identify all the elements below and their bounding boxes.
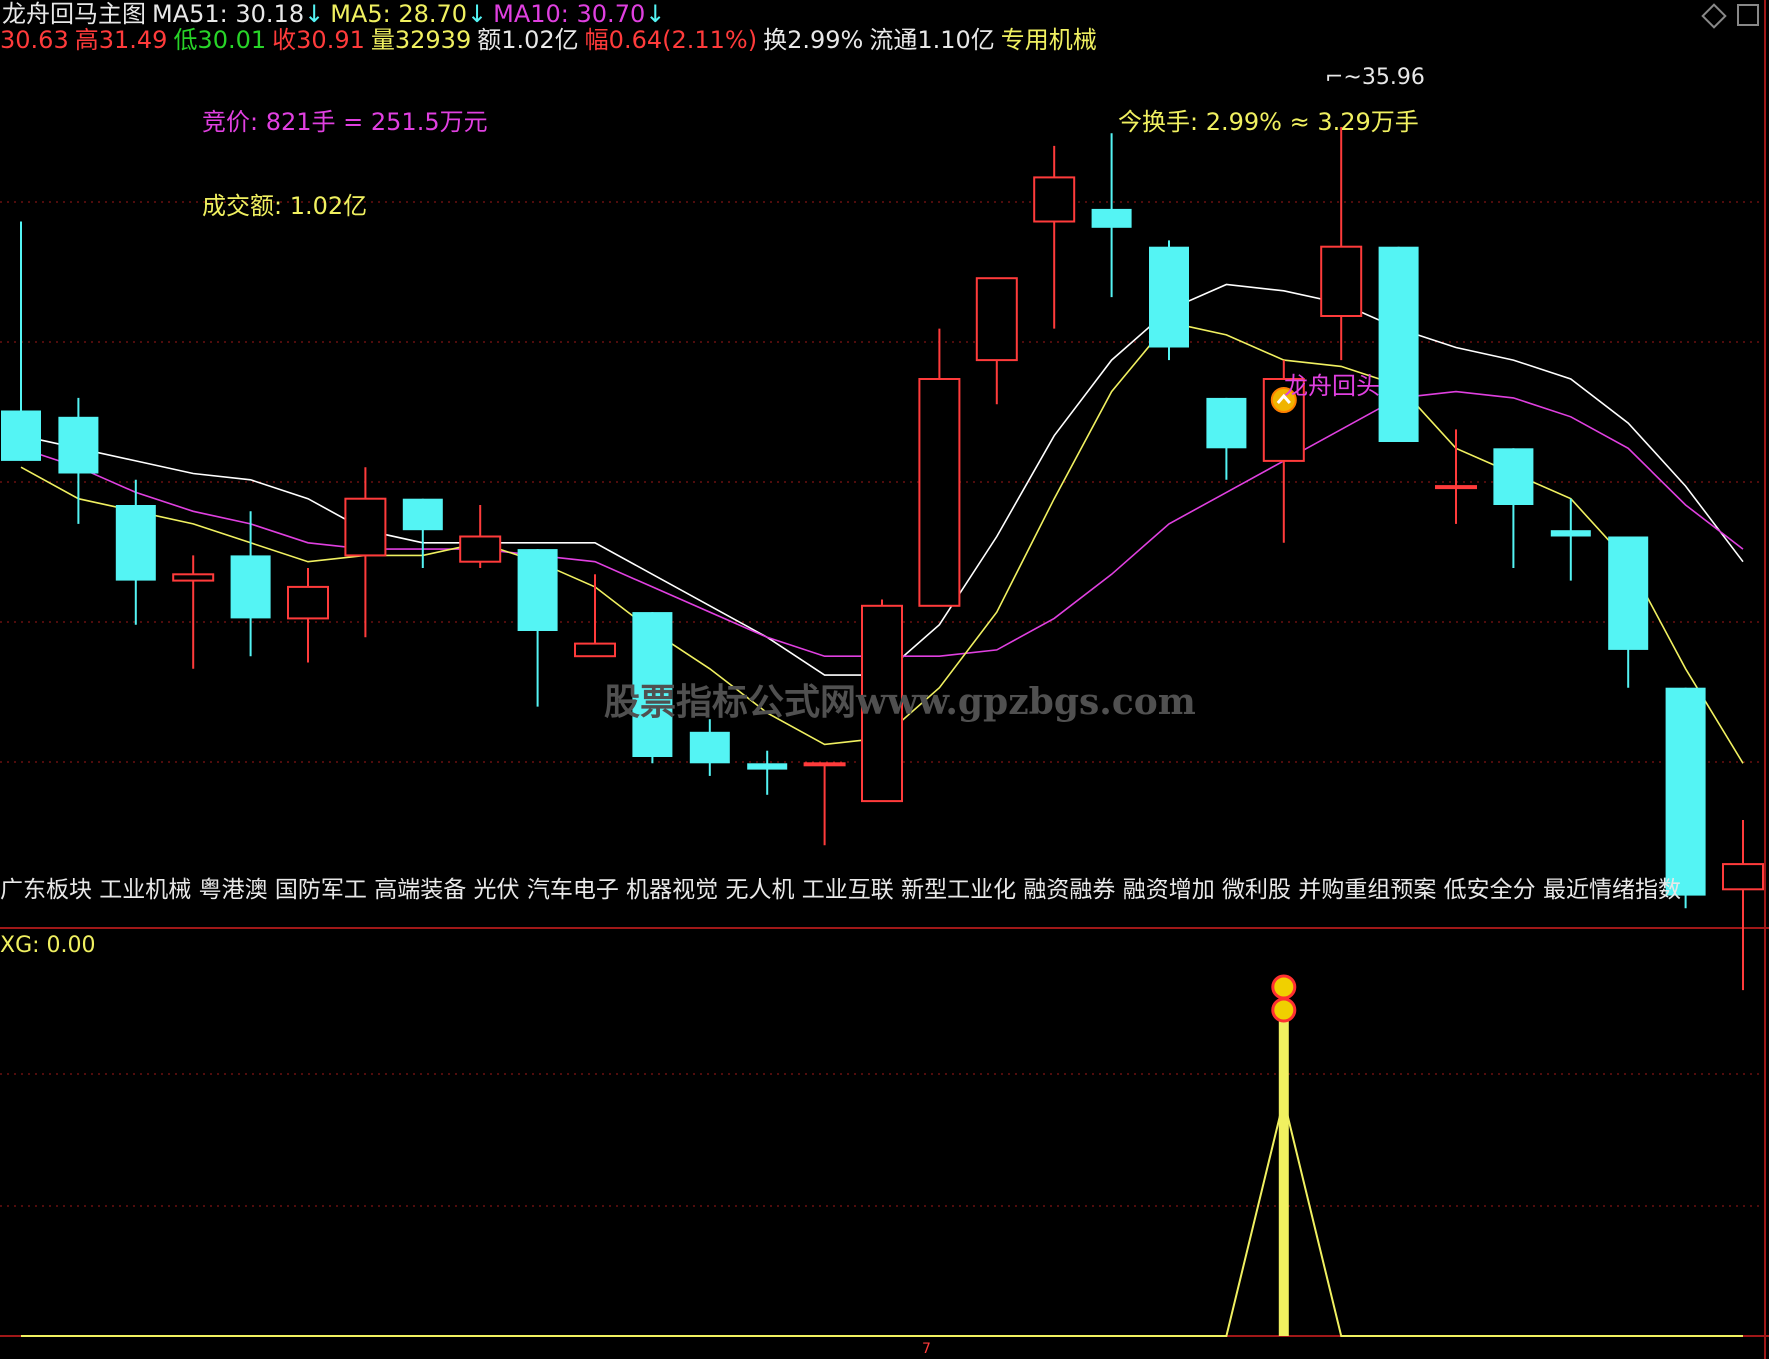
change: 幅0.64(2.11%) bbox=[584, 26, 758, 54]
candle-body bbox=[747, 763, 788, 770]
candle bbox=[58, 397, 99, 524]
candle bbox=[1320, 127, 1363, 361]
candle bbox=[918, 328, 961, 607]
candle bbox=[1378, 246, 1419, 442]
candle bbox=[574, 574, 616, 658]
candle-body bbox=[115, 505, 156, 581]
xg-line bbox=[21, 1099, 1743, 1337]
candle bbox=[172, 555, 215, 669]
candle bbox=[1033, 145, 1076, 329]
candle-body bbox=[287, 585, 329, 620]
candle bbox=[1206, 397, 1247, 480]
amount: 额1.02亿 bbox=[477, 26, 579, 54]
candle bbox=[1091, 133, 1132, 298]
window-controls bbox=[1701, 2, 1759, 29]
square-icon[interactable] bbox=[1737, 4, 1759, 26]
candle bbox=[1722, 820, 1764, 991]
candle-body bbox=[1091, 208, 1132, 228]
candle-body bbox=[58, 416, 99, 474]
ma10-down-arrow-icon: ↓ bbox=[645, 0, 666, 28]
candle-body bbox=[1378, 246, 1419, 442]
indicator-header: 龙舟回马主图 MA51: 30.18↓ MA5: 28.70↓ MA10: 30.70… bbox=[2, 0, 671, 28]
candle-body bbox=[574, 642, 616, 658]
candle bbox=[1, 221, 41, 461]
candle bbox=[115, 479, 156, 625]
high-price-label: 35.96 bbox=[1361, 65, 1425, 90]
ma10-value: MA10: 30.70 bbox=[493, 0, 646, 28]
close-price: 收30.91 bbox=[272, 26, 365, 54]
ma5-value: MA5: 28.70 bbox=[330, 0, 468, 28]
candle-body bbox=[402, 498, 443, 531]
candle bbox=[1149, 240, 1189, 361]
ma51-value: MA51: 30.18 bbox=[152, 0, 305, 28]
candle-body bbox=[1320, 245, 1363, 317]
indicator-title: 龙舟回马主图 bbox=[2, 0, 146, 28]
today-turnover-annotation: 今换手: 2.99% ≈ 3.29万手 bbox=[1118, 108, 1419, 136]
volume: 量32939 bbox=[370, 26, 472, 54]
signal-label: 龙舟回头 bbox=[1284, 372, 1380, 400]
high-price: 高31.49 bbox=[74, 26, 168, 54]
candle-body bbox=[230, 555, 271, 619]
candle-body bbox=[975, 277, 1018, 362]
candle bbox=[1550, 498, 1591, 581]
candle bbox=[344, 467, 387, 638]
quote-bar: 30.63 高31.49 低30.01 收30.91 量32939 额1.02亿 幅0.64… bbox=[0, 26, 1103, 54]
candle bbox=[747, 750, 788, 795]
concept-tags: 广东板块 工业机械 粤港澳 国防军工 高端装备 光伏 汽车电子 机器视觉 无人机… bbox=[0, 877, 1681, 903]
candle bbox=[975, 277, 1018, 405]
low-price: 低30.01 bbox=[173, 26, 267, 54]
candle-body bbox=[1, 410, 41, 461]
candle-body bbox=[172, 573, 215, 582]
ma5-down-arrow-icon: ↓ bbox=[467, 0, 488, 28]
candle-body bbox=[1206, 397, 1247, 449]
candle bbox=[1435, 429, 1477, 524]
candle-body bbox=[1493, 448, 1534, 505]
xg-signal-dot bbox=[1271, 997, 1297, 1023]
time-axis-marker: 7 bbox=[922, 1341, 931, 1357]
xg-signal-dot bbox=[1271, 974, 1297, 1000]
candle-body bbox=[803, 762, 846, 767]
candle-body bbox=[1550, 530, 1591, 537]
candle-body bbox=[1608, 536, 1649, 650]
xg-signal-bar bbox=[1278, 1000, 1289, 1336]
candle-body bbox=[459, 535, 502, 563]
high-price-pointer-icon: ⌐~ bbox=[1325, 65, 1362, 90]
candle bbox=[287, 568, 329, 663]
watermark: 股票指标公式网www.gpzbgs.com bbox=[604, 681, 1196, 723]
candle-body bbox=[517, 549, 558, 631]
candle-body bbox=[1149, 246, 1189, 348]
candle-body bbox=[689, 731, 730, 764]
candle bbox=[689, 719, 730, 776]
industry: 专用机械 bbox=[1000, 26, 1097, 54]
candle-body bbox=[344, 497, 387, 557]
open-price: 30.63 bbox=[0, 26, 69, 54]
candle-body bbox=[1665, 687, 1706, 896]
diamond-icon[interactable] bbox=[1701, 3, 1727, 29]
turnover-amount-annotation: 成交额: 1.02亿 bbox=[202, 192, 368, 220]
candle bbox=[230, 511, 271, 657]
candle bbox=[459, 505, 502, 568]
candle bbox=[402, 498, 443, 568]
float-shares: 流通1.10亿 bbox=[869, 26, 995, 54]
candle bbox=[803, 762, 846, 846]
turnover: 换2.99% bbox=[763, 26, 864, 54]
candle bbox=[1493, 448, 1534, 568]
xg-indicator-label: XG: 0.00 bbox=[0, 933, 96, 958]
high-price-annotation: ⌐~35.96 bbox=[1325, 64, 1425, 92]
candle bbox=[1608, 536, 1649, 688]
auction-annotation: 竞价: 821手 = 251.5万元 bbox=[202, 108, 488, 136]
ma51-down-arrow-icon: ↓ bbox=[304, 0, 325, 28]
candle-body bbox=[918, 378, 961, 607]
candle bbox=[517, 549, 558, 707]
chart-window: 龙舟回马主图 MA51: 30.18↓ MA5: 28.70↓ MA10: 30.70… bbox=[0, 0, 1769, 1359]
candle-body bbox=[1033, 176, 1076, 223]
candle-body bbox=[1435, 485, 1477, 490]
